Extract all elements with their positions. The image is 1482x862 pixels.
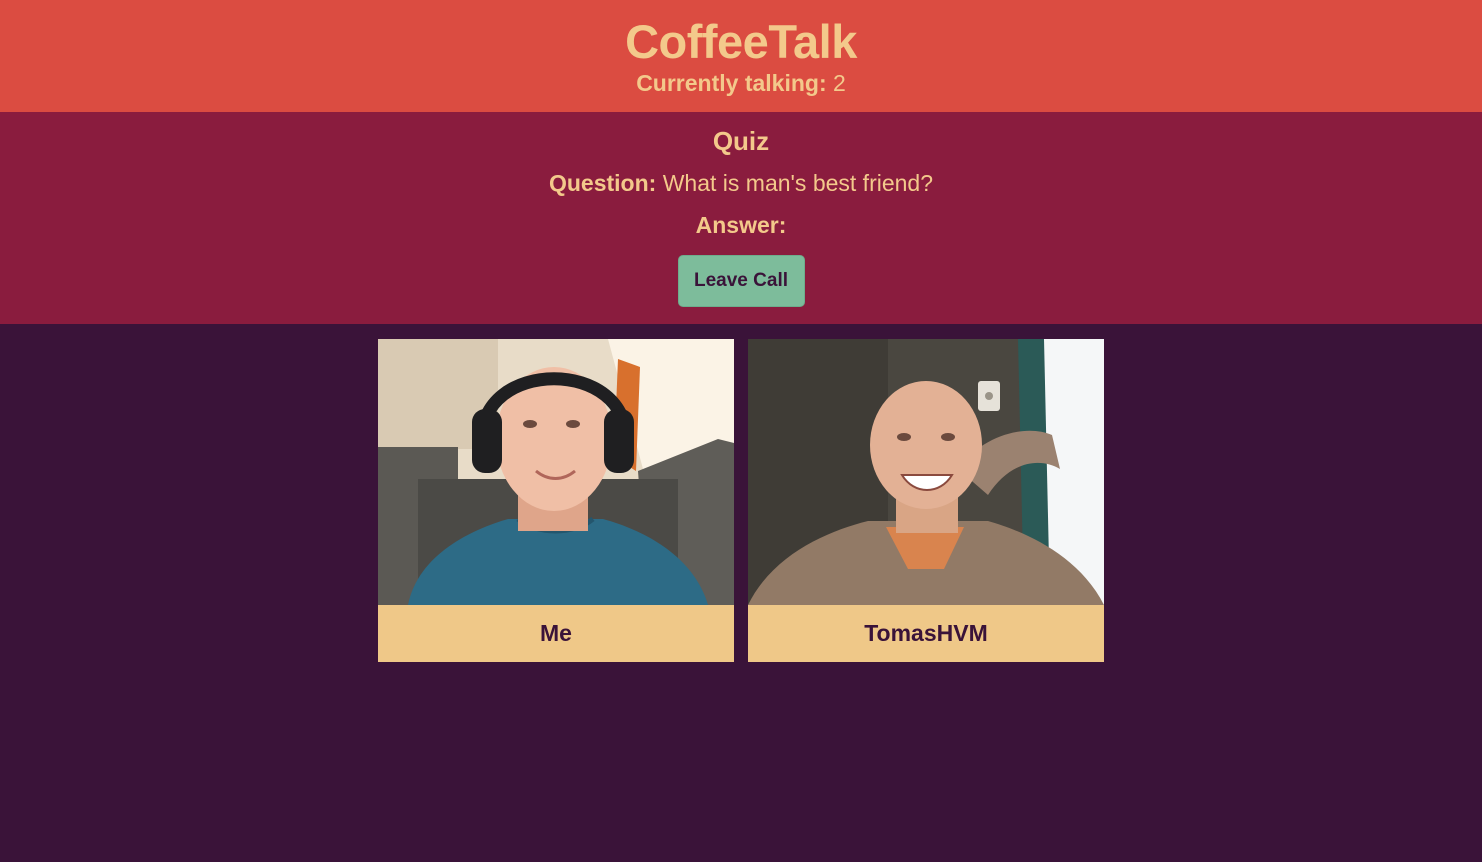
leave-call-button[interactable]: Leave Call <box>677 255 805 307</box>
participant-grid: Me TomasHVM <box>0 324 1482 862</box>
quiz-title: Quiz <box>712 126 770 156</box>
video-feed-me <box>378 339 734 605</box>
participant-tile-tomashvm: TomasHVM <box>748 339 1104 662</box>
talking-label: Currently talking: <box>636 70 827 96</box>
question-label: Question: <box>548 170 657 196</box>
video-feed-tomashvm <box>748 339 1104 605</box>
answer-label: Answer: <box>695 212 787 238</box>
quiz-panel: Quiz Question: What is man's best friend… <box>0 112 1482 324</box>
talking-status: Currently talking: 2 <box>0 68 1482 98</box>
participant-name: Me <box>540 620 572 646</box>
quiz-answer: Answer: <box>0 210 1482 240</box>
talking-count: 2 <box>833 70 846 96</box>
quiz-question: Question: What is man's best friend? <box>0 168 1482 198</box>
participant-name: TomasHVM <box>864 620 988 646</box>
app-title: CoffeeTalk <box>625 15 857 68</box>
participant-tile-me: Me <box>378 339 734 662</box>
question-text: What is man's best friend? <box>662 170 934 196</box>
app-header: CoffeeTalk Currently talking: 2 <box>0 0 1482 112</box>
